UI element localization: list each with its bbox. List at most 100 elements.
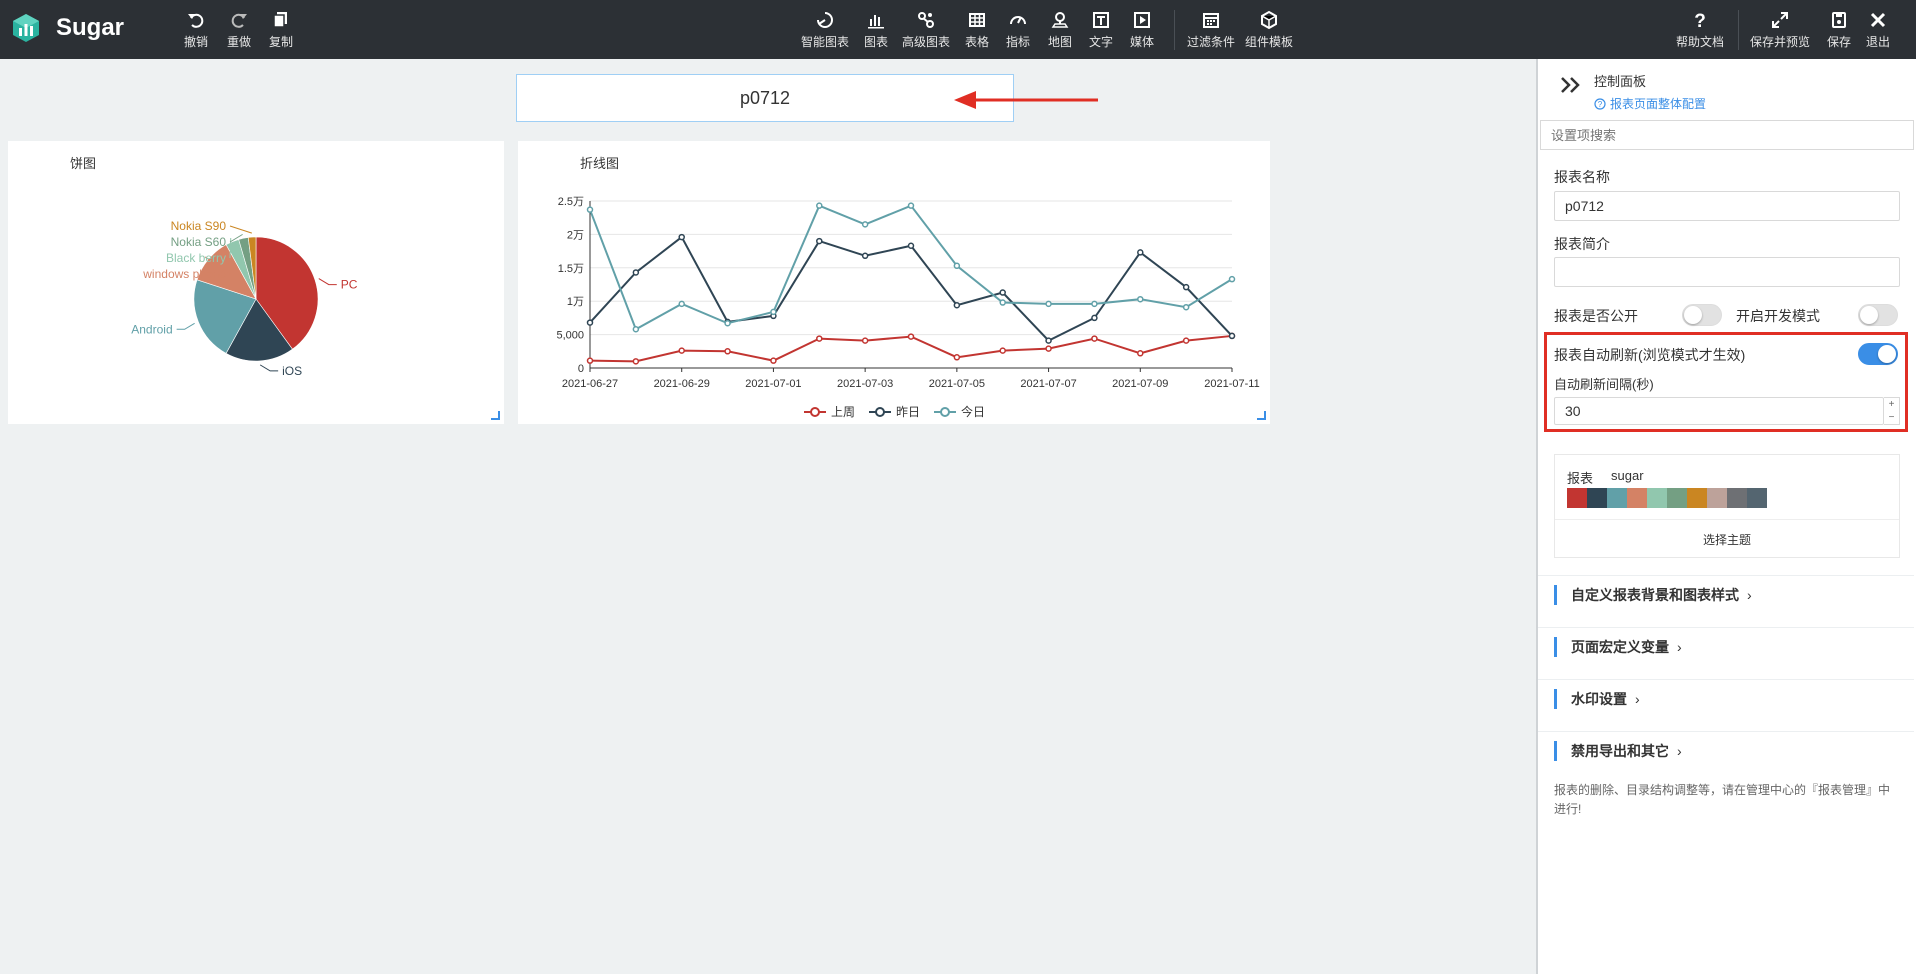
data-point[interactable] [1045, 337, 1052, 344]
data-point[interactable] [1045, 300, 1052, 308]
data-point[interactable] [907, 242, 915, 250]
data-point[interactable] [678, 300, 685, 308]
table-button[interactable]: 表格 [965, 10, 989, 50]
data-point[interactable] [861, 337, 869, 344]
data-point[interactable] [999, 299, 1006, 306]
data-point[interactable] [586, 357, 594, 364]
data-point[interactable] [1091, 335, 1098, 342]
filter-button[interactable]: 过滤条件 [1187, 10, 1235, 50]
data-point[interactable] [1228, 275, 1236, 283]
data-point[interactable] [907, 202, 915, 209]
save-label: 保存 [1827, 35, 1852, 49]
redo-button[interactable]: 重做 [227, 10, 251, 50]
data-point[interactable] [586, 206, 594, 213]
collapse-double-chevron-icon[interactable] [1560, 76, 1582, 94]
pie-label: windows phone [142, 267, 226, 281]
data-point[interactable] [1091, 300, 1098, 308]
data-point[interactable] [861, 252, 869, 260]
smart-chart-button[interactable]: 智能图表 [801, 10, 849, 50]
map-button[interactable]: 地图 [1048, 10, 1072, 50]
report-name-input[interactable]: p0712 [1554, 191, 1900, 221]
text-button[interactable]: 文字 [1089, 10, 1113, 50]
data-point[interactable] [1045, 345, 1052, 352]
template-icon [1261, 10, 1277, 30]
auto-refresh-label: 报表自动刷新(浏览模式才生效) [1554, 347, 1746, 363]
redo-icon [231, 13, 247, 28]
interval-stepper[interactable]: + − [1884, 397, 1900, 425]
data-point[interactable] [816, 237, 823, 245]
template-button[interactable]: 组件模板 [1245, 10, 1293, 50]
page-config-label: 报表页面整体配置 [1610, 97, 1707, 111]
section-background-style[interactable]: 自定义报表背景和图表样式 › [1554, 585, 1894, 605]
data-point[interactable] [953, 301, 961, 309]
interval-input[interactable]: 30 [1554, 397, 1884, 425]
data-point[interactable] [770, 308, 777, 316]
section-watermark[interactable]: 水印设置 › [1554, 689, 1894, 709]
report-intro-input[interactable] [1554, 257, 1900, 287]
legend-label[interactable]: 上周 [831, 405, 855, 419]
data-point[interactable] [1137, 350, 1144, 357]
data-point[interactable] [632, 358, 640, 365]
data-point[interactable] [907, 333, 915, 340]
toolbar-divider [1738, 10, 1739, 50]
data-point[interactable] [1182, 303, 1190, 311]
pie-label-line [176, 322, 195, 330]
data-point[interactable] [953, 262, 961, 270]
data-point[interactable] [632, 269, 640, 276]
choose-theme-button[interactable]: 选择主题 [1555, 531, 1899, 548]
data-point[interactable] [632, 326, 640, 333]
section-disable-export[interactable]: 禁用导出和其它 › [1554, 741, 1894, 761]
data-point[interactable] [1091, 314, 1098, 322]
legend-label[interactable]: 今日 [961, 404, 985, 419]
data-point[interactable] [678, 233, 685, 241]
data-point[interactable] [724, 348, 731, 355]
auto-refresh-toggle[interactable] [1858, 343, 1898, 365]
data-point[interactable] [1182, 283, 1190, 291]
chart-button[interactable]: 图表 [864, 10, 888, 50]
section-divider [1538, 679, 1914, 680]
app-name: Sugar [56, 14, 125, 41]
data-point[interactable] [1137, 295, 1144, 303]
media-button[interactable]: 媒体 [1130, 10, 1154, 50]
chevron-right-icon: › [1635, 691, 1640, 707]
data-point[interactable] [999, 347, 1006, 354]
line-chart-card[interactable]: 折线图 0 5,000 1万 1.5万 2万 2.5万 2021-06-27 2021-06-… [518, 141, 1270, 424]
report-title-box[interactable]: p0712 [516, 74, 1014, 122]
help-button[interactable]: ? 帮助文档 [1676, 10, 1724, 50]
gauge-icon [1010, 16, 1026, 25]
settings-search-input[interactable] [1540, 120, 1914, 150]
data-point[interactable] [678, 347, 685, 354]
data-point[interactable] [999, 289, 1006, 296]
data-point[interactable] [1228, 332, 1236, 340]
data-point[interactable] [1182, 337, 1190, 344]
stepper-increment[interactable]: + [1884, 398, 1899, 411]
resize-handle[interactable] [1257, 411, 1266, 420]
data-point[interactable] [816, 335, 823, 342]
data-point[interactable] [586, 319, 594, 326]
resize-handle[interactable] [491, 411, 500, 420]
save-button[interactable]: 保存 [1827, 10, 1851, 50]
undo-button[interactable]: 撤销 [184, 10, 208, 50]
metric-button[interactable]: 指标 [1006, 10, 1030, 50]
copy-button[interactable]: 复制 [269, 10, 293, 50]
dev-mode-toggle[interactable] [1858, 304, 1898, 326]
page-config-link[interactable]: ? 报表页面整体配置 [1594, 95, 1706, 112]
data-point[interactable] [861, 221, 869, 228]
data-point[interactable] [770, 357, 777, 364]
section-macro-variables[interactable]: 页面宏定义变量 › [1554, 637, 1894, 657]
series-line[interactable] [589, 235, 1233, 342]
undo-icon [188, 13, 204, 28]
save-preview-button[interactable]: 保存并预览 [1750, 10, 1810, 50]
data-point[interactable] [1137, 249, 1144, 256]
exit-button[interactable]: 退出 [1866, 10, 1890, 50]
pie-chart-card[interactable]: 饼图 PC iOS Android windows phone Black berry N… [8, 141, 504, 424]
annotation-arrow-icon [954, 91, 1098, 109]
data-point[interactable] [953, 354, 961, 361]
pie-label: Black berry [166, 251, 226, 265]
data-point[interactable] [816, 202, 823, 209]
data-point[interactable] [724, 319, 731, 327]
advanced-chart-button[interactable]: 高级图表 [902, 10, 950, 50]
legend-label[interactable]: 昨日 [896, 405, 920, 419]
public-toggle[interactable] [1682, 304, 1722, 326]
stepper-decrement[interactable]: − [1884, 411, 1899, 424]
